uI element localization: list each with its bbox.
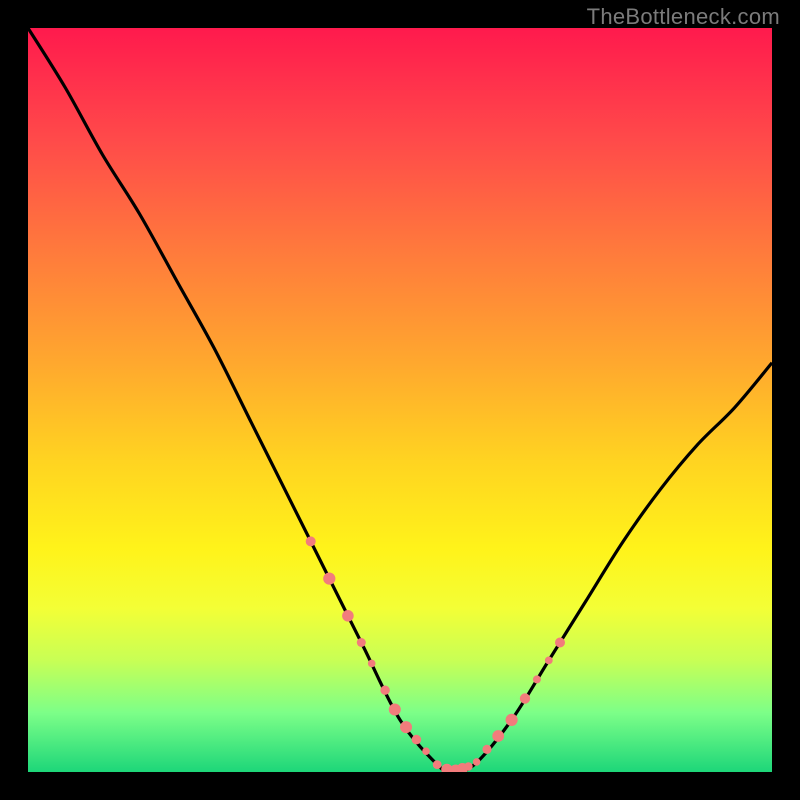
marker-dot xyxy=(342,610,354,622)
bottleneck-curve-svg xyxy=(28,28,772,772)
marker-dot xyxy=(506,714,518,726)
marker-dot xyxy=(412,735,422,745)
marker-dot xyxy=(433,760,442,769)
marker-dot xyxy=(422,747,430,755)
marker-dot xyxy=(555,638,565,648)
marker-dot xyxy=(357,638,366,647)
attribution-text: TheBottleneck.com xyxy=(587,4,780,30)
marker-dot xyxy=(533,675,541,683)
chart-frame: TheBottleneck.com xyxy=(0,0,800,800)
marker-dots xyxy=(306,536,565,772)
marker-dot xyxy=(306,536,316,546)
marker-dot xyxy=(473,758,481,766)
marker-dot xyxy=(389,704,401,716)
marker-dot xyxy=(492,730,504,742)
marker-dot xyxy=(464,762,473,771)
marker-dot xyxy=(545,657,553,665)
marker-dot xyxy=(368,660,376,668)
marker-dot xyxy=(400,721,412,733)
marker-dot xyxy=(323,573,335,585)
marker-dot xyxy=(520,693,530,703)
plot-area xyxy=(28,28,772,772)
marker-dot xyxy=(482,745,491,754)
bottleneck-curve xyxy=(28,28,772,772)
marker-dot xyxy=(380,686,389,695)
